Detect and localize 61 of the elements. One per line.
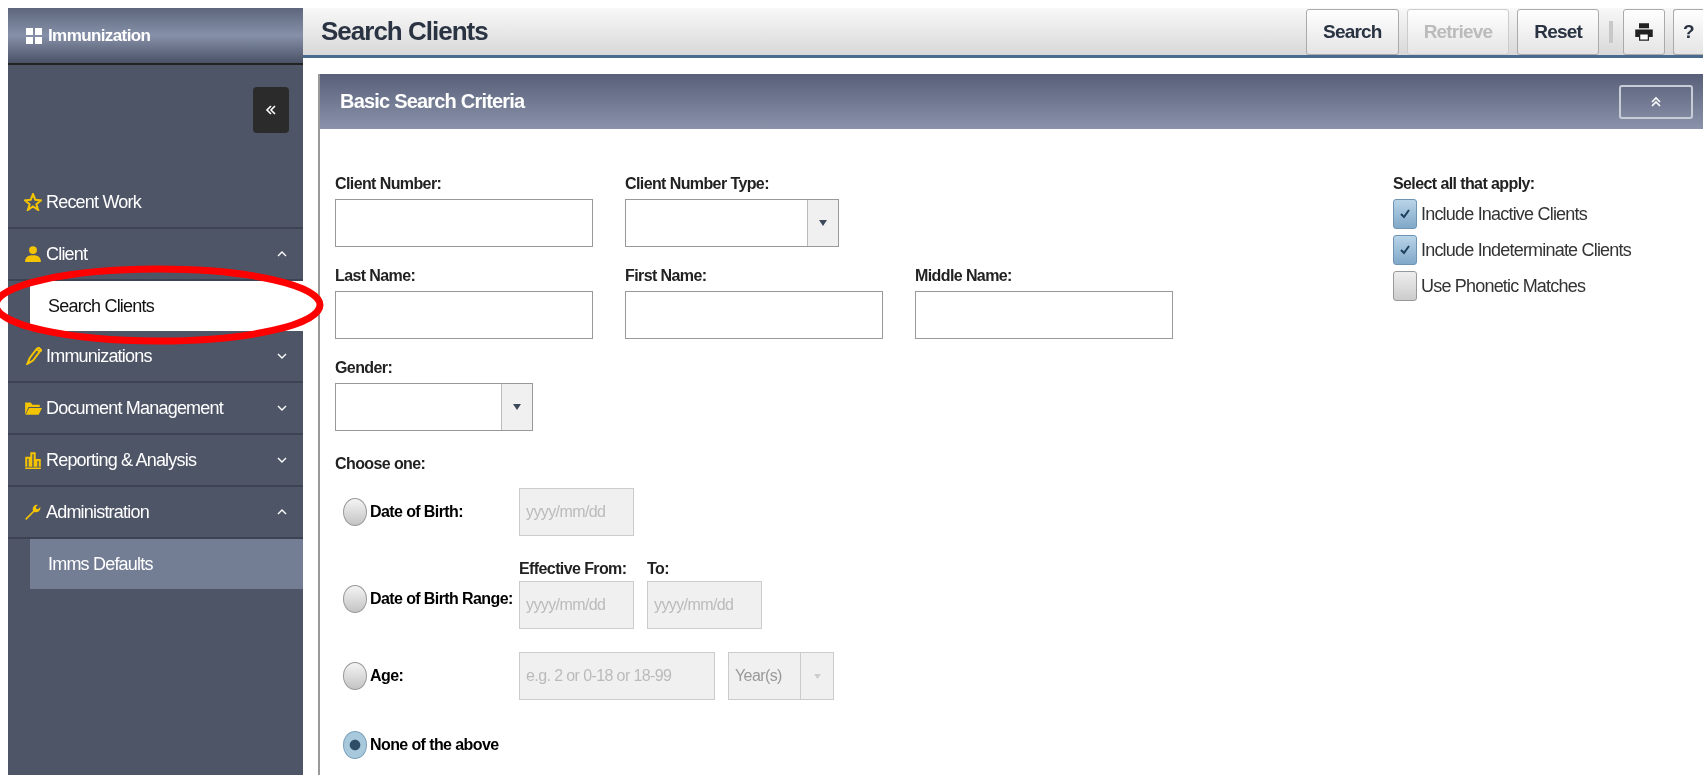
toolbar-button[interactable]: Reset xyxy=(1517,8,1599,55)
field-label: Middle Name: xyxy=(915,267,1012,285)
field-label: Client Number: xyxy=(335,175,442,193)
checkbox-label: Include Indeterminate Clients xyxy=(1421,239,1631,261)
app-title: Immunization xyxy=(48,25,151,46)
double-chevron-up-icon xyxy=(1651,95,1661,108)
field-label: Gender: xyxy=(335,359,393,377)
radio-button[interactable] xyxy=(343,585,367,613)
check-icon xyxy=(1399,244,1411,256)
double-chevron-left-icon xyxy=(265,104,277,116)
field-label: Client Number Type: xyxy=(625,175,769,193)
folder-icon xyxy=(24,399,42,417)
collapse-panel-button[interactable] xyxy=(1619,84,1693,119)
checkbox[interactable] xyxy=(1393,199,1417,229)
syringe-icon xyxy=(24,347,42,365)
radio-button[interactable] xyxy=(343,662,367,690)
radio-button[interactable] xyxy=(343,498,367,526)
text-field[interactable] xyxy=(915,291,1173,339)
radio-label: Date of Birth: xyxy=(370,503,464,521)
caret-down-icon xyxy=(812,673,822,679)
printer-icon xyxy=(1634,21,1654,42)
checkbox-label: Use Phonetic Matches xyxy=(1421,275,1586,297)
sidebar-item[interactable]: Document Management xyxy=(8,383,303,435)
dropdown-field[interactable] xyxy=(335,383,533,431)
person-icon xyxy=(24,245,42,263)
collapse-sidebar-button[interactable] xyxy=(253,87,289,133)
sidebar-item[interactable]: Recent Work xyxy=(8,177,303,229)
star-icon xyxy=(24,193,42,211)
radio-label: Date of Birth Range: xyxy=(370,590,514,608)
field-label: To: xyxy=(647,560,670,578)
radio-label: Age: xyxy=(370,667,405,685)
field-label: First Name: xyxy=(625,267,707,285)
sidebar-subitem[interactable]: Search Clients xyxy=(30,281,303,331)
checkbox[interactable] xyxy=(1393,235,1417,265)
help-button[interactable]: ? xyxy=(1673,8,1703,55)
wrench-icon xyxy=(24,503,42,521)
checkbox[interactable] xyxy=(1393,271,1417,301)
caret-down-icon xyxy=(512,404,522,410)
radio-label: None of the above xyxy=(370,736,499,754)
dropdown-field[interactable] xyxy=(625,199,839,247)
caret-down-icon xyxy=(818,220,828,226)
sidebar-item[interactable]: Immunizations xyxy=(8,331,303,383)
choose-label: Choose one: xyxy=(335,455,427,473)
radio-button[interactable] xyxy=(343,731,367,759)
grid-icon xyxy=(26,27,42,44)
check-icon xyxy=(1399,208,1411,220)
toolbar-button[interactable]: Search xyxy=(1306,8,1399,55)
toolbar-separator-icon xyxy=(1609,20,1613,43)
options-label: Select all that apply: xyxy=(1393,175,1536,193)
sidebar-item[interactable]: Reporting & Analysis xyxy=(8,435,303,487)
text-field[interactable] xyxy=(625,291,883,339)
panel-title: Basic Search Criteria xyxy=(340,90,525,113)
text-field[interactable] xyxy=(335,291,593,339)
sidebar-subitem[interactable]: Imms Defaults xyxy=(30,539,303,589)
field-label: Effective From: xyxy=(519,560,628,578)
print-button[interactable] xyxy=(1623,8,1665,55)
field-label: Last Name: xyxy=(335,267,416,285)
page-title: Search Clients xyxy=(321,16,489,47)
checkbox-label: Include Inactive Clients xyxy=(1421,203,1587,225)
text-field[interactable] xyxy=(335,199,593,247)
chart-icon xyxy=(24,451,42,469)
